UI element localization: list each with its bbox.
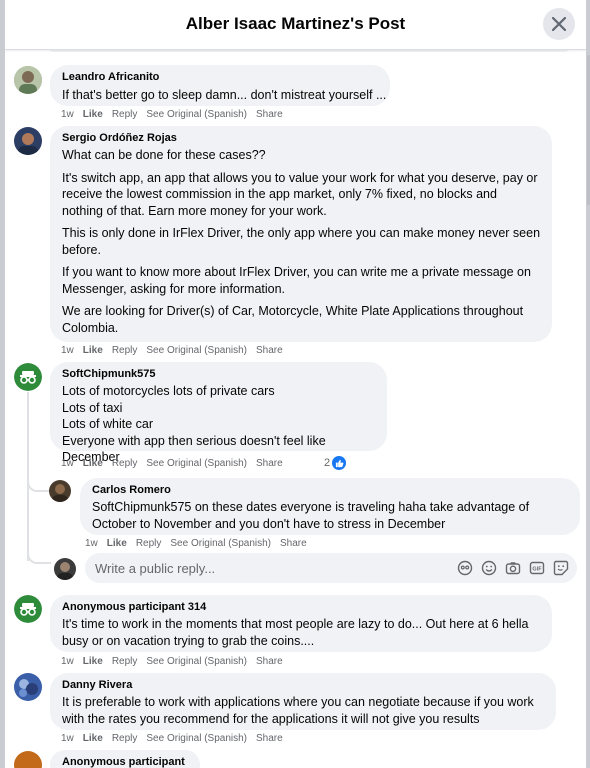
reaction-count[interactable]: 2 xyxy=(324,456,347,470)
current-user-avatar[interactable] xyxy=(54,558,76,580)
close-button[interactable] xyxy=(543,8,575,40)
reply-button[interactable]: Reply xyxy=(112,109,138,120)
thread-branch xyxy=(27,472,51,492)
like-button[interactable]: Like xyxy=(83,458,103,469)
thread-branch xyxy=(27,548,51,564)
comment-bubble: Anonymous participant 395 xyxy=(50,750,200,768)
like-count: 2 xyxy=(324,457,331,469)
see-original-button[interactable]: See Original (Spanish) xyxy=(146,109,247,120)
see-original-button[interactable]: See Original (Spanish) xyxy=(146,733,247,744)
thumbs-up-icon xyxy=(332,456,347,470)
comment-author[interactable]: Sergio Ordóñez Rojas xyxy=(62,132,540,145)
svg-text:GIF: GIF xyxy=(532,567,542,573)
share-button[interactable]: Share xyxy=(280,538,307,549)
comment-bubble: Carlos Romero SoftChipmunk575 on these d… xyxy=(80,478,580,535)
reply-input[interactable]: Write a public reply... GIF xyxy=(85,553,577,583)
comment-author[interactable]: Anonymous participant 314 xyxy=(62,601,540,614)
avatar[interactable] xyxy=(14,751,42,768)
backdrop-right xyxy=(586,0,590,768)
comment-actions: 1w Like Reply See Original (Spanish) Share xyxy=(61,109,292,120)
camera-icon[interactable] xyxy=(505,560,521,576)
comment-time[interactable]: 1w xyxy=(85,538,98,549)
like-button[interactable]: Like xyxy=(83,345,103,356)
sticker-icon[interactable] xyxy=(553,560,569,576)
close-icon xyxy=(552,17,566,31)
like-button[interactable]: Like xyxy=(83,109,103,120)
comment-actions: 1w Like Reply See Original (Spanish) Share xyxy=(61,345,292,356)
reply-button[interactable]: Reply xyxy=(112,656,138,667)
comment-text: Lots of white car xyxy=(62,417,154,431)
comment-text: If you want to know more about IrFlex Dr… xyxy=(62,265,531,296)
comment-time[interactable]: 1w xyxy=(61,458,74,469)
see-original-button[interactable]: See Original (Spanish) xyxy=(146,345,247,356)
share-button[interactable]: Share xyxy=(256,345,283,356)
comment-text: This is only done in IrFlex Driver, the … xyxy=(62,226,541,257)
comment-actions: 1w Like Reply See Original (Spanish) Share xyxy=(61,733,292,744)
comment-text: SoftChipmunk575 on these dates everyone … xyxy=(92,500,530,531)
reply-button[interactable]: Reply xyxy=(112,345,138,356)
avatar[interactable] xyxy=(14,127,42,155)
comment-time[interactable]: 1w xyxy=(61,733,74,744)
comment-bubble: Danny Rivera It is preferable to work wi… xyxy=(50,673,556,730)
reply-tools: GIF xyxy=(457,560,569,576)
see-original-button[interactable]: See Original (Spanish) xyxy=(170,538,271,549)
comment-text: It's time to work in the moments that mo… xyxy=(62,617,529,648)
comment-author[interactable]: Carlos Romero xyxy=(92,484,568,497)
gif-icon[interactable]: GIF xyxy=(529,560,545,576)
reply-placeholder: Write a public reply... xyxy=(95,561,216,576)
anonymous-avatar-icon[interactable] xyxy=(14,595,42,623)
comment-text: What can be done for these cases?? xyxy=(62,148,266,162)
like-button[interactable]: Like xyxy=(83,733,103,744)
comment-text: It is preferable to work with applicatio… xyxy=(62,695,534,726)
share-button[interactable]: Share xyxy=(256,733,283,744)
avatar[interactable] xyxy=(49,480,71,502)
share-button[interactable]: Share xyxy=(256,109,283,120)
comment-text: It's switch app, an app that allows you … xyxy=(62,170,538,218)
see-original-button[interactable]: See Original (Spanish) xyxy=(146,458,247,469)
comment-time[interactable]: 1w xyxy=(61,656,74,667)
comment-text: If that's better go to sleep damn... don… xyxy=(62,88,387,102)
comment-author[interactable]: Leandro Africanito xyxy=(62,71,378,84)
avatar-sticker-icon[interactable] xyxy=(457,560,473,576)
avatar[interactable] xyxy=(14,66,42,94)
comment-text: We are looking for Driver(s) of Car, Mot… xyxy=(62,304,524,335)
comment-bubble: Leandro Africanito If that's better go t… xyxy=(50,65,390,106)
emoji-icon[interactable] xyxy=(481,560,497,576)
modal-header: Alber Isaac Martinez's Post xyxy=(5,0,586,50)
comment-time[interactable]: 1w xyxy=(61,109,74,120)
comment-text: Lots of motorcycles lots of private cars xyxy=(62,384,275,398)
comment-author[interactable]: Danny Rivera xyxy=(62,679,544,692)
comment-author[interactable]: SoftChipmunk575 xyxy=(62,368,375,381)
share-button[interactable]: Share xyxy=(256,656,283,667)
anonymous-avatar-icon[interactable] xyxy=(14,363,42,391)
comment-actions: 1w Like Reply See Original (Spanish) Share xyxy=(61,458,292,469)
comment-actions: 1w Like Reply See Original (Spanish) Share xyxy=(85,538,316,549)
comment-actions: 1w Like Reply See Original (Spanish) Share xyxy=(61,656,292,667)
reply-button[interactable]: Reply xyxy=(112,733,138,744)
comment-text: Lots of taxi xyxy=(62,400,123,415)
like-button[interactable]: Like xyxy=(107,538,127,549)
comment-time[interactable]: 1w xyxy=(61,345,74,356)
see-original-button[interactable]: See Original (Spanish) xyxy=(146,656,247,667)
comment-bubble: Anonymous participant 314 It's time to w… xyxy=(50,595,552,652)
like-button[interactable]: Like xyxy=(83,656,103,667)
reply-button[interactable]: Reply xyxy=(136,538,162,549)
avatar[interactable] xyxy=(14,673,42,701)
post-modal: Alber Isaac Martinez's Post Leandro Afri… xyxy=(5,0,586,768)
share-button[interactable]: Share xyxy=(256,458,283,469)
comment-bubble: SoftChipmunk575 Lots of motorcycles lots… xyxy=(50,362,387,464)
comment-author[interactable]: Anonymous participant 395 xyxy=(62,756,188,768)
page-title: Alber Isaac Martinez's Post xyxy=(185,14,406,33)
comment-bubble: Sergio Ordóñez Rojas What can be done fo… xyxy=(50,126,552,342)
reply-button[interactable]: Reply xyxy=(112,458,138,469)
